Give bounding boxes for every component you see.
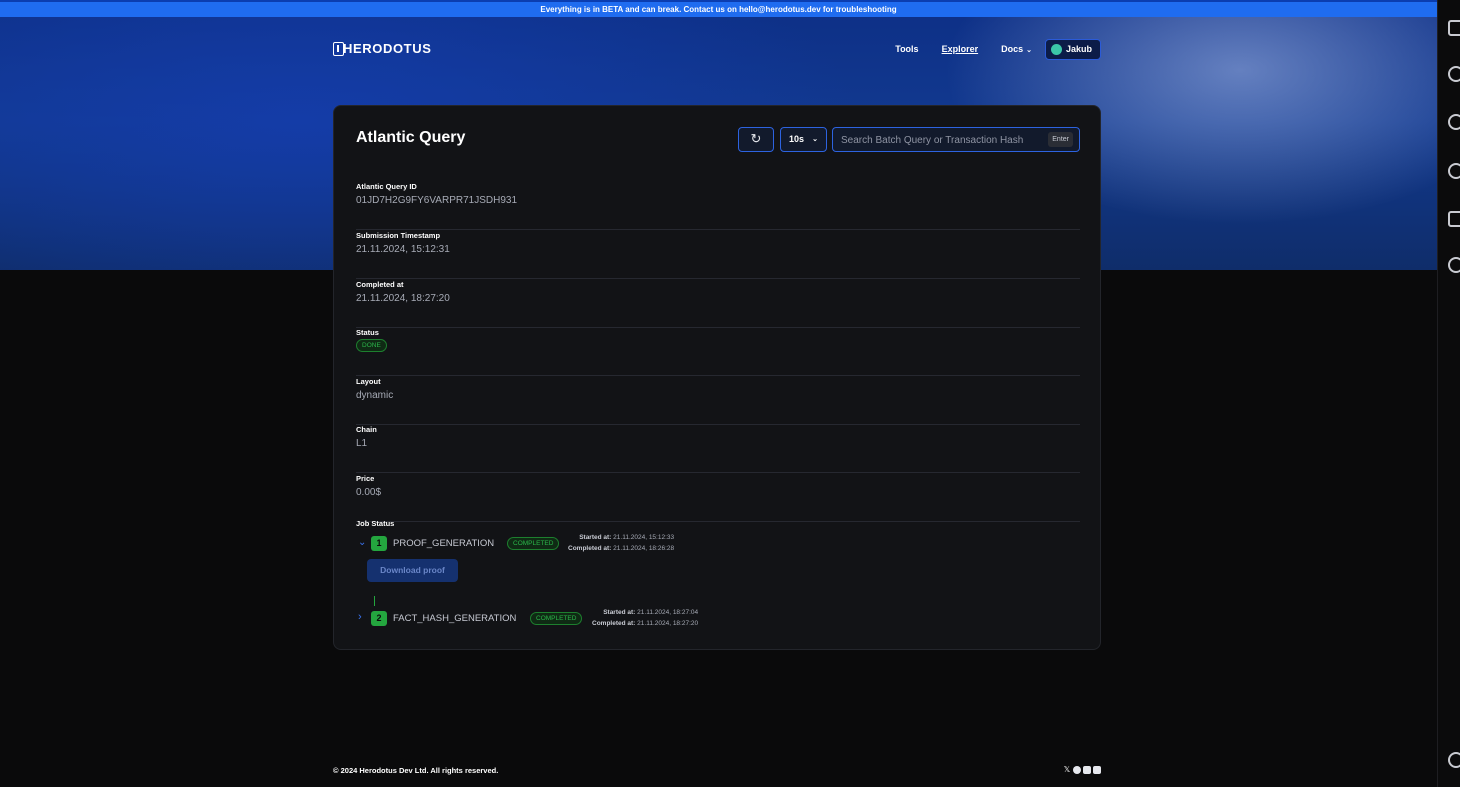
completed-value: 21.11.2024, 18:27:20	[637, 620, 699, 627]
chevron-down-icon: ⌄	[812, 136, 818, 143]
logo-icon	[333, 41, 344, 56]
tree-icon[interactable]	[1448, 114, 1460, 130]
hand-icon[interactable]	[1448, 211, 1460, 227]
job-completed: Completed at: 21.11.2024, 18:26:28	[568, 543, 674, 554]
telegram-icon[interactable]	[1073, 766, 1081, 774]
job-name: FACT_HASH_GENERATION	[393, 613, 517, 624]
job-status-badge: COMPLETED	[530, 612, 583, 625]
nav-link-docs[interactable]: Docs ⌄	[1001, 44, 1032, 54]
field-value: 21.11.2024, 18:27:20	[356, 293, 450, 304]
enter-key-hint[interactable]: Enter	[1048, 132, 1073, 147]
started-value: 21.11.2024, 15:12:33	[613, 534, 675, 541]
account-icon[interactable]	[1448, 752, 1460, 768]
nav-link-docs-label: Docs	[1001, 44, 1024, 54]
completed-value: 21.11.2024, 18:26:28	[613, 545, 675, 552]
page-title: Atlantic Query	[356, 129, 466, 146]
job-completed: Completed at: 21.11.2024, 18:27:20	[592, 618, 698, 629]
field-value: 0.00$	[356, 487, 382, 498]
field-label: Chain	[356, 425, 377, 434]
linkedin-icon[interactable]	[1093, 766, 1101, 774]
field-label: Status	[356, 328, 379, 337]
job-times: Started at: 21.11.2024, 15:12:33 Complet…	[568, 532, 674, 554]
social-links: 𝕏	[1061, 766, 1101, 774]
field-value: 01JD7H2G9FY6VARPR71JSDH931	[356, 195, 518, 206]
nav-link-explorer[interactable]: Explorer	[942, 44, 979, 54]
top-nav: HERODOTUS Tools Explorer Docs ⌄ Jakub	[333, 38, 1101, 62]
beta-banner: Everything is in BETA and can break. Con…	[0, 0, 1437, 17]
field-label: Atlantic Query ID	[356, 182, 417, 191]
job-started: Started at: 21.11.2024, 15:12:33	[568, 532, 674, 543]
refresh-interval-value: 10s	[789, 134, 805, 144]
download-proof-button[interactable]: Download proof	[367, 559, 458, 582]
job-status-title: Job Status	[356, 519, 395, 528]
x-icon[interactable]: 𝕏	[1063, 766, 1071, 774]
logo-text: HERODOTUS	[343, 41, 432, 56]
job-number: 1	[371, 536, 387, 551]
field-value: 21.11.2024, 15:12:31	[356, 244, 450, 255]
avatar	[1050, 43, 1062, 55]
field-value: L1	[356, 438, 368, 449]
nav-link-tools[interactable]: Tools	[895, 44, 918, 54]
panel-icon[interactable]	[1448, 20, 1460, 36]
refresh-interval-select[interactable]: 10s ⌄	[780, 127, 827, 152]
query-card: Atlantic Query ↻ 10s ⌄ Enter Atlantic Qu…	[333, 105, 1101, 650]
info-icon-2[interactable]	[1448, 257, 1460, 273]
started-label: Started at:	[579, 534, 612, 541]
browser-side-rail	[1437, 0, 1460, 787]
job-started: Started at: 21.11.2024, 18:27:04	[592, 607, 698, 618]
user-menu-button[interactable]: Jakub	[1044, 38, 1101, 60]
job-number: 2	[371, 611, 387, 626]
footer: © 2024 Herodotus Dev Ltd. All rights res…	[333, 766, 1101, 778]
started-label: Started at:	[603, 609, 636, 616]
job-row: ⌄ 1 PROOF_GENERATION COMPLETED Started a…	[356, 534, 856, 554]
field-label: Layout	[356, 377, 381, 386]
chevron-right-icon[interactable]: ›	[358, 611, 362, 623]
job-row: › 2 FACT_HASH_GENERATION COMPLETED Start…	[356, 609, 856, 629]
user-name: Jakub	[1065, 44, 1092, 54]
discord-icon[interactable]	[1083, 766, 1091, 774]
job-times: Started at: 21.11.2024, 18:27:04 Complet…	[592, 607, 698, 629]
field-label: Price	[356, 474, 375, 483]
field-label: Submission Timestamp	[356, 231, 441, 240]
chevron-down-icon: ⌄	[1026, 47, 1032, 54]
search-input[interactable]	[841, 132, 1041, 148]
completed-label: Completed at:	[568, 545, 612, 552]
field-layout: Layout dynamic	[356, 377, 1080, 425]
field-value: dynamic	[356, 390, 394, 401]
field-status: Status DONE	[356, 328, 1080, 376]
search-box: Enter	[832, 127, 1080, 152]
nav-links: Tools Explorer Docs ⌄ Jakub	[872, 38, 1101, 60]
job-name: PROOF_GENERATION	[393, 538, 495, 549]
refresh-button[interactable]: ↻	[738, 127, 774, 152]
field-query-id: Atlantic Query ID 01JD7H2G9FY6VARPR71JSD…	[356, 182, 1080, 230]
info-icon[interactable]	[1448, 66, 1460, 82]
wifi-icon[interactable]	[1448, 163, 1460, 179]
field-chain: Chain L1	[356, 425, 1080, 473]
started-value: 21.11.2024, 18:27:04	[637, 609, 699, 616]
completed-label: Completed at:	[592, 620, 636, 627]
logo[interactable]: HERODOTUS	[333, 41, 431, 56]
field-completed-at: Completed at 21.11.2024, 18:27:20	[356, 280, 1080, 328]
copyright: © 2024 Herodotus Dev Ltd. All rights res…	[333, 766, 499, 775]
job-connector	[374, 596, 375, 606]
refresh-icon: ↻	[750, 131, 762, 146]
field-price: Price 0.00$	[356, 474, 1080, 522]
chevron-down-icon[interactable]: ⌄	[358, 537, 366, 548]
status-badge: DONE	[356, 339, 387, 352]
field-label: Completed at	[356, 280, 404, 289]
field-submission-timestamp: Submission Timestamp 21.11.2024, 15:12:3…	[356, 231, 1080, 279]
job-status-badge: COMPLETED	[507, 537, 560, 550]
